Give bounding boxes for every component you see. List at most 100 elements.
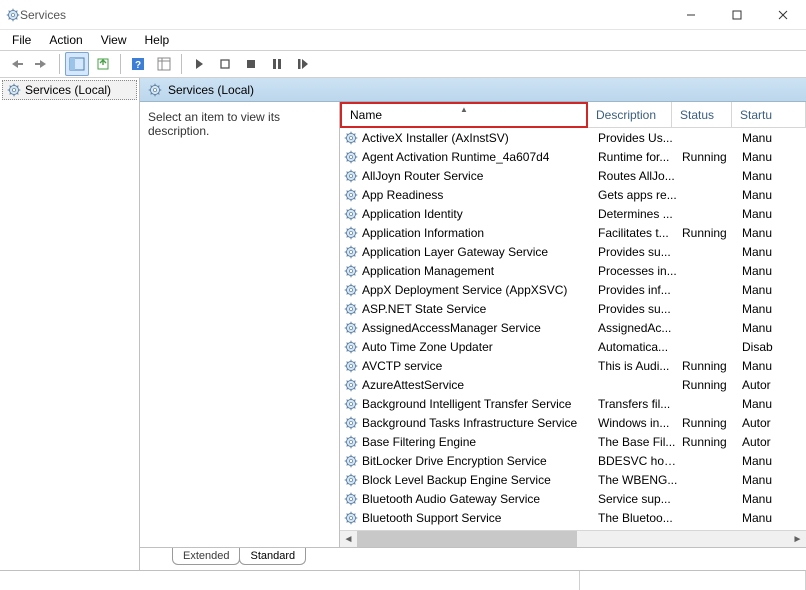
start-service-button[interactable] bbox=[187, 52, 211, 76]
scroll-right-icon[interactable]: ► bbox=[789, 531, 806, 548]
help-button[interactable]: ? bbox=[126, 52, 150, 76]
service-name: AssignedAccessManager Service bbox=[362, 321, 541, 335]
service-row[interactable]: Background Tasks Infrastructure ServiceW… bbox=[340, 413, 806, 432]
service-startup: Autor bbox=[742, 435, 806, 449]
app-gear-icon bbox=[6, 8, 20, 22]
minimize-button[interactable] bbox=[668, 0, 714, 30]
service-description: Provides su... bbox=[598, 245, 682, 259]
service-gear-icon bbox=[344, 511, 358, 525]
back-button[interactable] bbox=[4, 52, 28, 76]
service-description: Service sup... bbox=[598, 492, 682, 506]
service-row[interactable]: Background Intelligent Transfer Service T… bbox=[340, 394, 806, 413]
service-row[interactable]: Application InformationFacilitates t...R… bbox=[340, 223, 806, 242]
service-startup: Autor bbox=[742, 378, 806, 392]
service-status: Running bbox=[682, 226, 742, 240]
service-row[interactable]: Base Filtering EngineThe Base Fil...Runn… bbox=[340, 432, 806, 451]
export-list-button[interactable] bbox=[91, 52, 115, 76]
scroll-left-icon[interactable]: ◄ bbox=[340, 531, 357, 548]
scroll-thumb[interactable] bbox=[357, 531, 577, 548]
service-description: Runtime for... bbox=[598, 150, 682, 164]
service-startup: Manu bbox=[742, 321, 806, 335]
service-name: Application Information bbox=[362, 226, 484, 240]
column-header-startup[interactable]: Startu bbox=[732, 102, 806, 128]
tab-standard[interactable]: Standard bbox=[239, 548, 306, 565]
service-description: Routes AllJo... bbox=[598, 169, 682, 183]
service-row[interactable]: Bluetooth Support ServiceThe Bluetoo...M… bbox=[340, 508, 806, 527]
maximize-button[interactable] bbox=[714, 0, 760, 30]
service-row[interactable]: Application ManagementProcesses in...Man… bbox=[340, 261, 806, 280]
service-row[interactable]: ActiveX Installer (AxInstSV) Provides Us.… bbox=[340, 128, 806, 147]
service-gear-icon bbox=[344, 169, 358, 183]
services-gear-icon bbox=[7, 83, 21, 97]
service-gear-icon bbox=[344, 302, 358, 316]
service-name: ASP.NET State Service bbox=[362, 302, 486, 316]
stop-service-fill-button[interactable] bbox=[239, 52, 263, 76]
service-startup: Manu bbox=[742, 473, 806, 487]
service-description: Windows in... bbox=[598, 416, 682, 430]
service-row[interactable]: Agent Activation Runtime_4a607d4Runtime … bbox=[340, 147, 806, 166]
service-row[interactable]: Auto Time Zone UpdaterAutomatica...Disab bbox=[340, 337, 806, 356]
restart-service-button[interactable] bbox=[291, 52, 315, 76]
service-startup: Autor bbox=[742, 416, 806, 430]
service-startup: Manu bbox=[742, 302, 806, 316]
pane-header: Services (Local) bbox=[140, 78, 806, 102]
service-row[interactable]: AVCTP service This is Audi...RunningManu bbox=[340, 356, 806, 375]
service-gear-icon bbox=[344, 150, 358, 164]
service-status: Running bbox=[682, 435, 742, 449]
properties-button[interactable] bbox=[152, 52, 176, 76]
service-startup: Manu bbox=[742, 131, 806, 145]
service-status: Running bbox=[682, 359, 742, 373]
menu-file[interactable]: File bbox=[4, 31, 39, 49]
pause-service-button[interactable] bbox=[265, 52, 289, 76]
service-name: Application Layer Gateway Service bbox=[362, 245, 548, 259]
service-gear-icon bbox=[344, 264, 358, 278]
service-name: Application Identity bbox=[362, 207, 463, 221]
description-panel: Select an item to view its description. bbox=[140, 102, 340, 547]
show-hide-console-tree-button[interactable] bbox=[65, 52, 89, 76]
horizontal-scrollbar[interactable]: ◄ ► bbox=[340, 530, 806, 547]
menu-action[interactable]: Action bbox=[41, 31, 90, 49]
close-button[interactable] bbox=[760, 0, 806, 30]
tab-extended[interactable]: Extended bbox=[172, 548, 240, 565]
service-description: The Bluetoo... bbox=[598, 511, 682, 525]
service-row[interactable]: AllJoyn Router ServiceRoutes AllJo...Man… bbox=[340, 166, 806, 185]
service-description: Transfers fil... bbox=[598, 397, 682, 411]
service-gear-icon bbox=[344, 378, 358, 392]
service-row[interactable]: Application IdentityDetermines ...Manu bbox=[340, 204, 806, 223]
service-name: ActiveX Installer (AxInstSV) bbox=[362, 131, 509, 145]
service-row[interactable]: Block Level Backup Engine ServiceThe WBE… bbox=[340, 470, 806, 489]
service-status: Running bbox=[682, 416, 742, 430]
service-row[interactable]: App ReadinessGets apps re...Manu bbox=[340, 185, 806, 204]
forward-button[interactable] bbox=[30, 52, 54, 76]
service-name: BitLocker Drive Encryption Service bbox=[362, 454, 547, 468]
service-row[interactable]: Bluetooth Audio Gateway Service Service s… bbox=[340, 489, 806, 508]
service-description: Determines ... bbox=[598, 207, 682, 221]
service-row[interactable]: BitLocker Drive Encryption ServiceBDESVC… bbox=[340, 451, 806, 470]
service-list[interactable]: ActiveX Installer (AxInstSV) Provides Us.… bbox=[340, 128, 806, 530]
service-row[interactable]: AppX Deployment Service (AppXSVC)Provide… bbox=[340, 280, 806, 299]
service-description: Provides Us... bbox=[598, 131, 682, 145]
service-gear-icon bbox=[344, 397, 358, 411]
service-description: Processes in... bbox=[598, 264, 682, 278]
service-description: Provides su... bbox=[598, 302, 682, 316]
service-description: This is Audi... bbox=[598, 359, 682, 373]
column-header-status[interactable]: Status bbox=[672, 102, 732, 128]
service-name: Background Intelligent Transfer Service bbox=[362, 397, 571, 411]
service-row[interactable]: ASP.NET State Service Provides su... Manu bbox=[340, 299, 806, 318]
service-row[interactable]: AzureAttestServiceRunningAutor bbox=[340, 375, 806, 394]
service-name: AVCTP service bbox=[362, 359, 442, 373]
column-header-description[interactable]: Description bbox=[588, 102, 672, 128]
menu-view[interactable]: View bbox=[93, 31, 135, 49]
service-startup: Manu bbox=[742, 511, 806, 525]
tree-root-services-local[interactable]: Services (Local) bbox=[2, 80, 137, 100]
service-startup: Manu bbox=[742, 454, 806, 468]
service-row[interactable]: Application Layer Gateway Service Provide… bbox=[340, 242, 806, 261]
column-header-name[interactable]: Name ▲ bbox=[340, 102, 588, 128]
service-startup: Manu bbox=[742, 359, 806, 373]
service-startup: Manu bbox=[742, 397, 806, 411]
menu-help[interactable]: Help bbox=[137, 31, 178, 49]
service-row[interactable]: AssignedAccessManager ServiceAssignedAc.… bbox=[340, 318, 806, 337]
stop-service-button[interactable] bbox=[213, 52, 237, 76]
service-name: Bluetooth Audio Gateway Service bbox=[362, 492, 540, 506]
description-text: Select an item to view its description. bbox=[148, 110, 280, 138]
